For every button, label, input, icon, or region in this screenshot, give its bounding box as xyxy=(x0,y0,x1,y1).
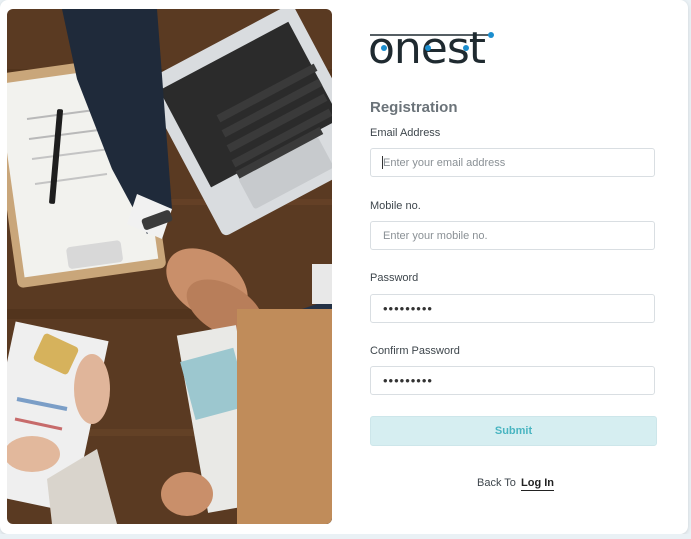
back-to-login: Back To Log In xyxy=(477,477,554,491)
login-link[interactable]: Log In xyxy=(521,477,554,491)
confirm-password-label: Confirm Password xyxy=(370,345,460,357)
email-label: Email Address xyxy=(370,127,441,139)
mobile-label: Mobile no. xyxy=(370,200,421,212)
back-text: Back To xyxy=(477,477,516,489)
email-field[interactable] xyxy=(370,148,655,177)
handshake-photo xyxy=(7,9,332,524)
text-caret xyxy=(382,156,383,169)
mobile-field[interactable] xyxy=(370,221,655,250)
onest-logo: onest xyxy=(368,23,496,74)
registration-card: onest Registration Email Address Mobile … xyxy=(0,0,688,534)
submit-button[interactable]: Submit xyxy=(370,416,657,446)
password-field[interactable] xyxy=(370,294,655,323)
confirm-password-field[interactable] xyxy=(370,366,655,395)
password-label: Password xyxy=(370,272,419,284)
form-title: Registration xyxy=(370,99,458,116)
page-bottom-edge xyxy=(0,534,691,539)
